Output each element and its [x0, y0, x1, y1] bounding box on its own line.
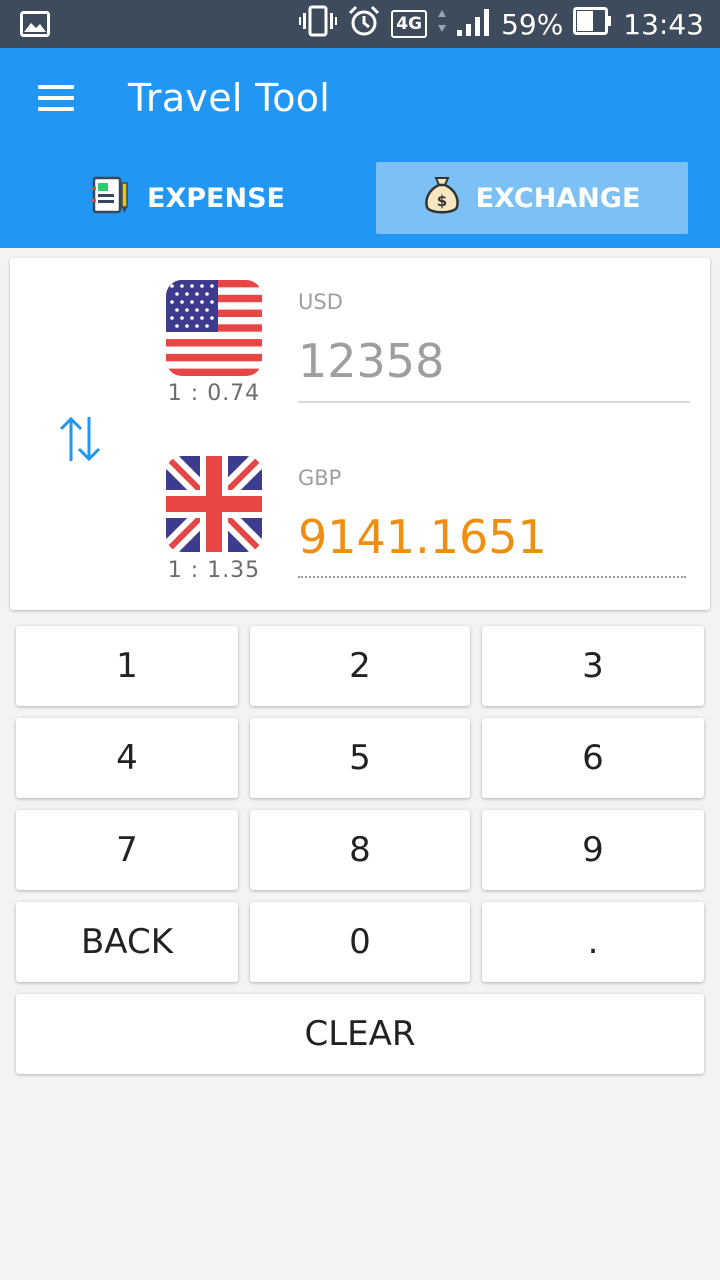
battery-icon — [573, 6, 613, 42]
key-8[interactable]: 8 — [250, 810, 470, 890]
to-amount-underline — [298, 576, 686, 578]
tab-expense-label: EXPENSE — [147, 182, 285, 214]
key-5[interactable]: 5 — [250, 718, 470, 798]
uk-flag-icon[interactable] — [166, 456, 262, 552]
from-amount-underline — [298, 401, 690, 403]
usd-rate: 1 : 0.74 — [167, 381, 261, 406]
key-6[interactable]: 6 — [482, 718, 704, 798]
clock: 13:43 — [623, 7, 704, 41]
key-2[interactable]: 2 — [250, 626, 470, 706]
4g-icon: 4G — [391, 10, 428, 38]
to-currency-code: GBP — [298, 466, 342, 490]
vibrate-icon — [299, 5, 338, 44]
clear-button[interactable]: CLEAR — [16, 994, 704, 1074]
signal-icon — [457, 6, 491, 43]
us-flag-icon[interactable] — [166, 280, 262, 376]
from-amount-input[interactable]: 12358 — [298, 334, 444, 388]
key-4[interactable]: 4 — [16, 718, 238, 798]
notebook-icon — [91, 175, 131, 222]
battery-percent: 59% — [501, 7, 564, 41]
svg-text:$: $ — [436, 192, 446, 210]
key-3[interactable]: 3 — [482, 626, 704, 706]
converter-card: 1 : 0.74 USD 12358 1 : 1.35 GBP 9141.165… — [10, 258, 710, 610]
app-title: Travel Tool — [128, 76, 331, 120]
image-icon — [20, 11, 50, 42]
decimal-key[interactable]: . — [482, 902, 704, 982]
tab-expense[interactable]: EXPENSE — [32, 162, 344, 234]
key-1[interactable]: 1 — [16, 626, 238, 706]
key-9[interactable]: 9 — [482, 810, 704, 890]
key-0[interactable]: 0 — [250, 902, 470, 982]
status-bar: 4G 59% 13:43 — [0, 0, 720, 48]
key-7[interactable]: 7 — [16, 810, 238, 890]
hamburger-menu-icon[interactable] — [38, 85, 74, 111]
from-currency-code: USD — [298, 290, 343, 314]
app-bar: Travel Tool EXPENSE $ EXCHANGE — [0, 48, 720, 248]
data-arrows-icon — [437, 8, 447, 41]
to-amount-output: 9141.1651 — [298, 510, 547, 564]
alarm-icon — [347, 5, 381, 44]
tab-exchange[interactable]: $ EXCHANGE — [376, 162, 688, 234]
gbp-rate: 1 : 1.35 — [167, 558, 261, 583]
back-button[interactable]: BACK — [16, 902, 238, 982]
money-bag-icon: $ — [424, 174, 460, 223]
tab-exchange-label: EXCHANGE — [475, 182, 641, 214]
swap-arrows-icon[interactable] — [56, 413, 104, 470]
